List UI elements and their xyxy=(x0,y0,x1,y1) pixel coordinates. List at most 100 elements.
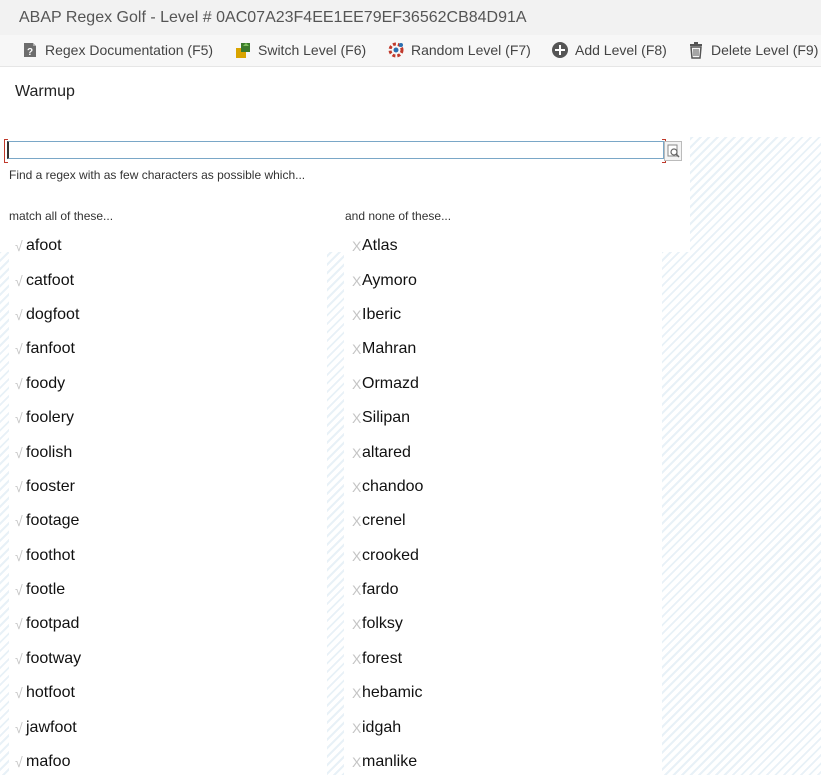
list-item-label: fooster xyxy=(26,477,75,495)
list-item-label: folksy xyxy=(362,615,403,633)
none-list-header: and none of these... xyxy=(345,209,452,223)
list-item: X Mahran xyxy=(344,332,662,366)
random-gear-icon xyxy=(388,42,404,58)
list-item: Xhebamic xyxy=(344,676,662,710)
check-mark-icon: √ xyxy=(15,582,23,599)
list-item-label: hebamic xyxy=(362,684,423,702)
cross-mark-icon: X xyxy=(352,582,362,599)
cross-mark-icon: X xyxy=(352,238,362,255)
list-item: √ footpad xyxy=(9,607,327,641)
list-item: X Aymoro xyxy=(344,263,662,297)
check-mark-icon: √ xyxy=(15,272,23,289)
list-item: X Silipan xyxy=(344,401,662,435)
document-question-icon: ? xyxy=(24,43,36,58)
list-item-label: footpad xyxy=(26,615,80,633)
cross-mark-icon: X xyxy=(352,272,362,289)
list-item-label: Aymoro xyxy=(362,271,417,289)
list-item: √ foothot xyxy=(9,539,327,573)
window-title: ABAP Regex Golf - Level # 0AC07A23F4EE1E… xyxy=(19,9,527,26)
list-item-label: Ormazd xyxy=(362,374,419,392)
check-mark-icon: √ xyxy=(15,375,23,392)
list-item: √ catfoot xyxy=(9,263,327,297)
list-item-label: chandoo xyxy=(362,477,424,495)
list-item: √ foolish xyxy=(9,435,327,469)
list-item: √ dogfoot xyxy=(9,298,327,332)
trash-icon xyxy=(690,42,702,59)
add-level-button[interactable]: Add Level (F8) xyxy=(551,39,667,61)
list-item: √ fooster xyxy=(9,470,327,504)
list-item: √ afoot xyxy=(9,229,327,263)
list-item-label: Silipan xyxy=(362,409,411,427)
list-item: Xcrenel xyxy=(344,504,662,538)
list-item: √ jawfoot xyxy=(9,710,327,744)
switch-level-icon xyxy=(236,43,250,58)
list-item: Xcrooked xyxy=(344,539,662,573)
regex-documentation-button[interactable]: ? Regex Documentation (F5) xyxy=(21,39,213,61)
list-item-label: jawfoot xyxy=(26,718,77,736)
check-mark-icon: √ xyxy=(15,238,23,255)
check-mark-icon: √ xyxy=(15,547,23,564)
list-item: √ hotfoot xyxy=(9,676,327,710)
list-item: √ footle xyxy=(9,573,327,607)
cross-mark-icon: X xyxy=(352,410,362,427)
plus-circle-icon xyxy=(552,42,568,58)
list-item: √ foody xyxy=(9,367,327,401)
list-item-label: afoot xyxy=(26,237,62,255)
list-item-label: fardo xyxy=(362,581,399,599)
none-list: X Atlas X Aymoro X Iberic X Mahran X Ormazd X Silip… xyxy=(344,229,662,779)
delete-level-button[interactable]: Delete Level (F9) xyxy=(687,39,818,61)
add-level-label: Add Level (F8) xyxy=(575,42,667,58)
cross-mark-icon: X xyxy=(352,754,362,771)
list-item-label: idgah xyxy=(362,718,402,736)
toolbar: ? Regex Documentation (F5) Switch Level … xyxy=(0,35,821,67)
magnifier-icon xyxy=(667,144,680,158)
check-mark-icon: √ xyxy=(15,444,23,461)
list-item-label: crooked xyxy=(362,546,419,564)
list-item-label: foothot xyxy=(26,546,75,564)
cross-mark-icon: X xyxy=(352,444,362,461)
delete-level-label: Delete Level (F9) xyxy=(711,42,819,58)
list-item: Xforest xyxy=(344,642,662,676)
regex-hint: Find a regex with as few characters as p… xyxy=(9,168,306,182)
svg-text:?: ? xyxy=(27,47,33,58)
check-mark-icon: √ xyxy=(15,719,23,736)
list-item: √ mafoo xyxy=(9,745,327,779)
list-item-label: Atlas xyxy=(362,237,398,255)
list-item: √ fanfoot xyxy=(9,332,327,366)
cross-mark-icon: X xyxy=(352,616,362,633)
list-item: √ footage xyxy=(9,504,327,538)
check-mark-icon: √ xyxy=(15,513,23,530)
check-mark-icon: √ xyxy=(15,410,23,427)
check-mark-icon: √ xyxy=(15,478,23,495)
list-item-label: hotfoot xyxy=(26,684,75,702)
list-item-label: dogfoot xyxy=(26,305,80,323)
regex-documentation-label: Regex Documentation (F5) xyxy=(45,42,214,58)
cross-mark-icon: X xyxy=(352,513,362,530)
title-bar: ABAP Regex Golf - Level # 0AC07A23F4EE1E… xyxy=(0,0,821,36)
cross-mark-icon: X xyxy=(352,375,362,392)
random-level-label: Random Level (F7) xyxy=(411,42,531,58)
list-item: Xmanlike xyxy=(344,745,662,779)
search-help-button[interactable] xyxy=(664,141,682,161)
switch-level-button[interactable]: Switch Level (F6) xyxy=(234,39,366,61)
list-item-label: mafoo xyxy=(26,753,71,771)
list-item-label: crenel xyxy=(362,512,406,530)
random-level-button[interactable]: Random Level (F7) xyxy=(387,39,531,61)
list-item-label: catfoot xyxy=(26,271,75,289)
regex-input[interactable] xyxy=(7,141,664,159)
level-name: Warmup xyxy=(15,83,75,100)
switch-level-label: Switch Level (F6) xyxy=(258,42,367,58)
list-item-label: altared xyxy=(362,443,411,461)
list-item: Xchandoo xyxy=(344,470,662,504)
level-header: Warmup xyxy=(0,67,821,137)
list-item: X Iberic xyxy=(344,298,662,332)
list-item-label: footway xyxy=(26,649,82,667)
cross-mark-icon: X xyxy=(352,341,362,358)
list-item-label: forest xyxy=(362,649,403,667)
check-mark-icon: √ xyxy=(15,341,23,358)
list-item: Xidgah xyxy=(344,710,662,744)
list-item: Xfolksy xyxy=(344,607,662,641)
match-list-header: match all of these... xyxy=(9,209,114,223)
cross-mark-icon: X xyxy=(352,547,362,564)
list-item-label: foolery xyxy=(26,409,75,427)
